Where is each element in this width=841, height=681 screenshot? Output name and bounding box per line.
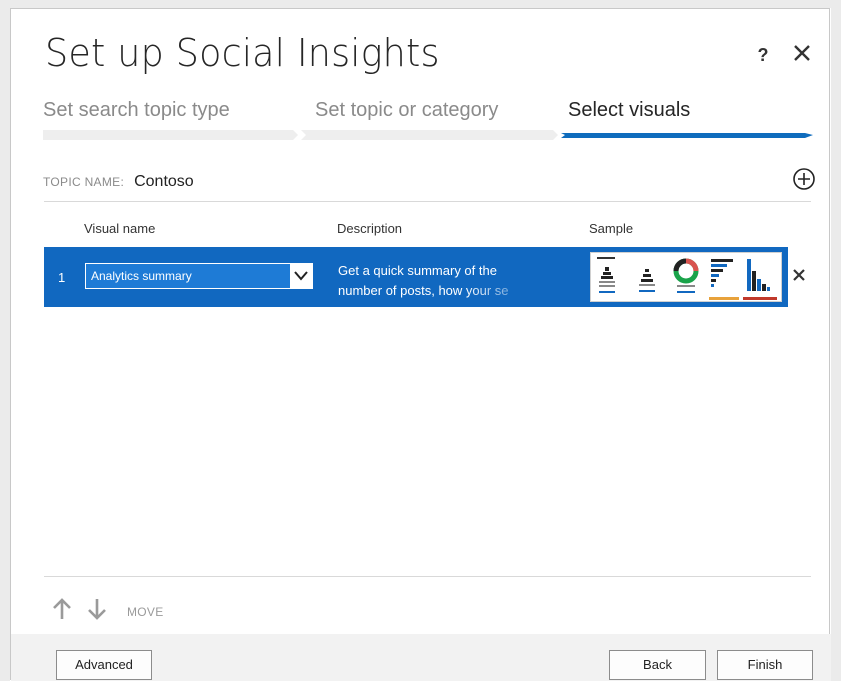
close-icon	[793, 269, 805, 281]
move-label: MOVE	[127, 605, 164, 619]
add-visual-button[interactable]	[792, 167, 816, 191]
visual-name-dropdown[interactable]: Analytics summary	[85, 263, 313, 289]
table-row[interactable]: 1 Analytics summary Get a quick summary …	[44, 247, 788, 307]
dropdown-toggle[interactable]	[290, 264, 312, 288]
back-button[interactable]: Back	[609, 650, 706, 680]
sample-visual-image	[597, 257, 777, 300]
chevron-down-icon	[294, 271, 308, 281]
column-header-visual-name: Visual name	[84, 221, 156, 236]
move-down-button[interactable]	[86, 597, 108, 625]
divider-bottom	[44, 576, 811, 577]
topic-name-label: TOPIC NAME:	[43, 175, 125, 189]
close-button[interactable]	[791, 42, 813, 66]
topic-name-row: TOPIC NAME: Contoso	[43, 171, 194, 191]
delete-row-button[interactable]	[791, 267, 809, 285]
step-2-label: Set topic or category	[315, 99, 499, 121]
step-progress-bar	[43, 130, 813, 140]
finish-button[interactable]: Finish	[717, 650, 813, 680]
description-fade	[464, 279, 544, 303]
arrow-down-icon	[88, 599, 106, 620]
move-up-button[interactable]	[51, 597, 73, 625]
column-header-sample: Sample	[589, 221, 634, 236]
arrow-up-icon	[53, 598, 71, 619]
step-1-label: Set search topic type	[43, 99, 230, 121]
topic-name-value: Contoso	[134, 173, 194, 190]
close-icon	[794, 45, 810, 61]
help-button[interactable]: ?	[753, 45, 773, 69]
dialog-title: Set up Social Insights	[45, 31, 440, 75]
divider-top	[44, 201, 811, 202]
column-header-description: Description	[337, 221, 403, 236]
step-3-label: Select visuals	[568, 99, 691, 121]
dialog: Set up Social Insights ? Set search topi…	[10, 8, 831, 681]
row-index: 1	[58, 270, 66, 285]
advanced-button[interactable]: Advanced	[56, 650, 152, 680]
sample-thumbnail	[590, 252, 782, 302]
visual-name-selected: Analytics summary	[91, 269, 192, 283]
add-circle-icon	[793, 168, 815, 190]
